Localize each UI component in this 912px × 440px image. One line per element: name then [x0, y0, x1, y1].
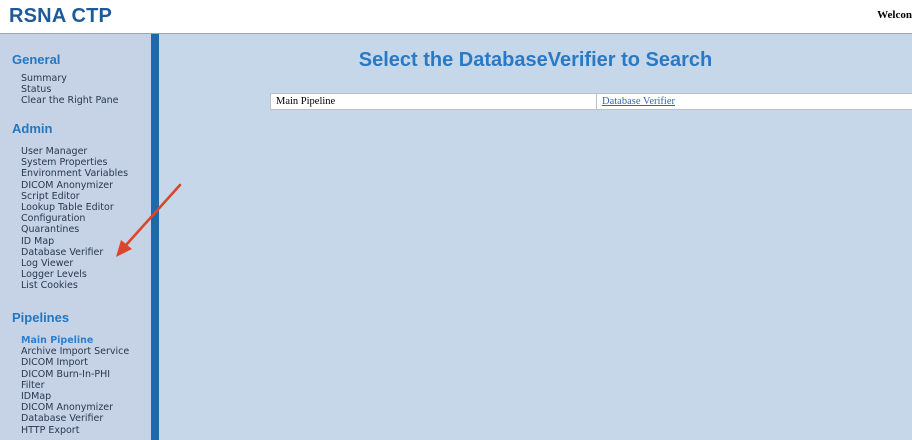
sidebar-item-list-cookies[interactable]: List Cookies: [21, 280, 128, 291]
page-title: Select the DatabaseVerifier to Search: [358, 49, 713, 71]
sidebar-item-script-editor[interactable]: Script Editor: [21, 191, 128, 202]
sidebar-item-pipeline-database-verifier[interactable]: Database Verifier: [21, 413, 129, 424]
sidebar-item-pipeline-dicom-anonymizer[interactable]: DICOM Anonymizer: [21, 402, 129, 413]
database-verifier-link[interactable]: Database Verifier: [602, 96, 675, 107]
right-pane: Select the DatabaseVerifier to Search Ma…: [159, 34, 912, 440]
sidebar-item-configuration[interactable]: Configuration: [21, 213, 128, 224]
sidebar-item-filter[interactable]: Filter: [21, 380, 129, 391]
sidebar-item-database-verifier[interactable]: Database Verifier: [21, 247, 128, 258]
sidebar-item-lookup-table-editor[interactable]: Lookup Table Editor: [21, 202, 128, 213]
header-bar: RSNA CTP Welcon: [0, 0, 912, 34]
section-title-admin: Admin: [12, 121, 53, 136]
section-title-general: General: [12, 52, 61, 67]
sidebar-item-user-manager[interactable]: User Manager: [21, 146, 128, 157]
sidebar-item-system-properties[interactable]: System Properties: [21, 157, 128, 168]
sidebar-item-logger-levels[interactable]: Logger Levels: [21, 269, 128, 280]
sidebar: General Summary Status Clear the Right P…: [0, 34, 151, 440]
stage-cell: Database Verifier: [596, 93, 912, 110]
sidebar-item-dicom-burn-in-phi[interactable]: DICOM Burn-In-PHI: [21, 369, 129, 380]
admin-menu: User Manager System Properties Environme…: [21, 146, 128, 292]
sidebar-item-http-export[interactable]: HTTP Export: [21, 425, 129, 436]
pane-divider[interactable]: [151, 34, 159, 440]
sidebar-item-clear-right-pane[interactable]: Clear the Right Pane: [21, 95, 119, 106]
sidebar-item-environment-variables[interactable]: Environment Variables: [21, 168, 128, 179]
sidebar-item-id-map[interactable]: ID Map: [21, 236, 128, 247]
sidebar-item-summary[interactable]: Summary: [21, 73, 119, 84]
general-menu: Summary Status Clear the Right Pane: [21, 73, 119, 107]
welcome-text: Welcon: [877, 9, 912, 21]
sidebar-item-idmap[interactable]: IDMap: [21, 391, 129, 402]
section-title-pipelines: Pipelines: [12, 310, 70, 325]
table-row: Main Pipeline Database Verifier: [270, 93, 912, 110]
pipeline-name-cell: Main Pipeline: [270, 93, 597, 110]
sidebar-item-archive-import-service[interactable]: Archive Import Service: [21, 346, 129, 357]
sidebar-item-status[interactable]: Status: [21, 84, 119, 95]
sidebar-item-dicom-anonymizer[interactable]: DICOM Anonymizer: [21, 180, 128, 191]
sidebar-item-dicom-import[interactable]: DICOM Import: [21, 357, 129, 368]
sidebar-item-log-viewer[interactable]: Log Viewer: [21, 258, 128, 269]
pipelines-menu: Main Pipeline Archive Import Service DIC…: [21, 335, 129, 436]
sidebar-item-main-pipeline[interactable]: Main Pipeline: [21, 335, 129, 346]
app-title: RSNA CTP: [9, 5, 113, 27]
sidebar-item-quarantines[interactable]: Quarantines: [21, 224, 128, 235]
pipeline-table: Main Pipeline Database Verifier: [270, 93, 912, 110]
